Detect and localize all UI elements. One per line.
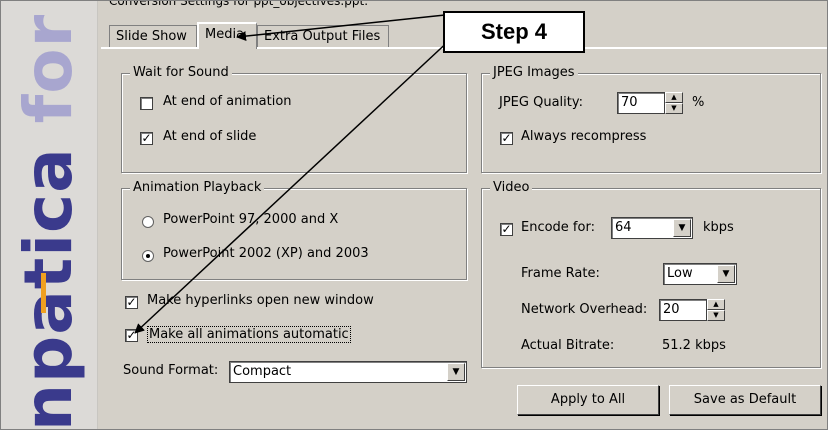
- dialog-window: npatica for Pow Conversion Settings for …: [0, 0, 828, 430]
- step-callout-box: Step 4: [443, 11, 585, 53]
- arrow-to-animations-checkbox: [134, 36, 454, 334]
- step-callout-label: Step 4: [480, 19, 548, 44]
- callout-arrows: [134, 14, 454, 334]
- arrow-to-media-tab: [236, 14, 446, 42]
